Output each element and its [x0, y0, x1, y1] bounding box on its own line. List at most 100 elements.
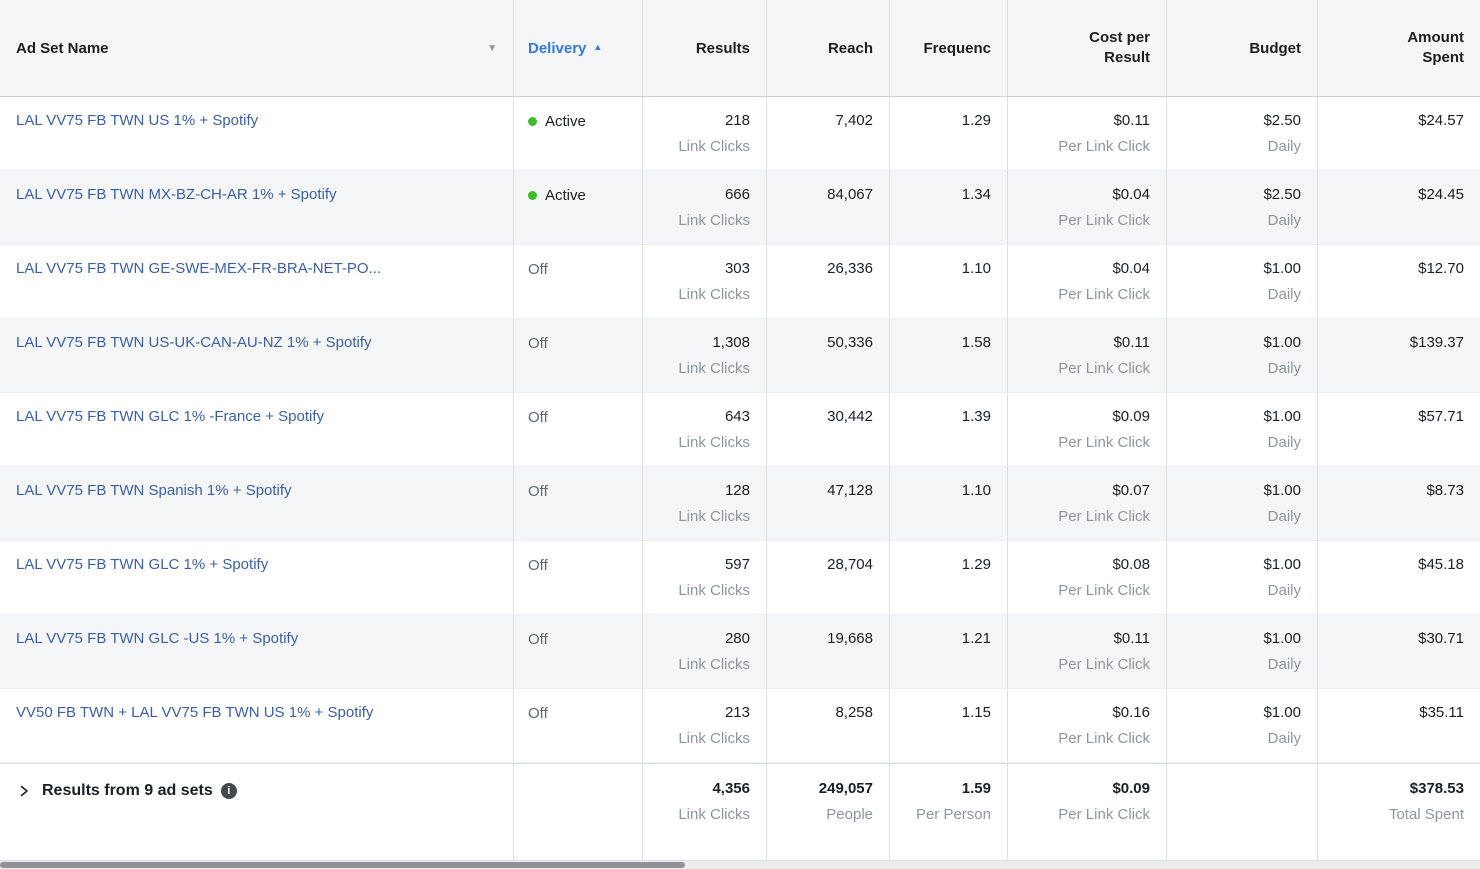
chevron-down-icon[interactable]: ▼ [487, 43, 497, 54]
ad-set-name-link[interactable]: LAL VV75 FB TWN US 1% + Spotify [16, 108, 497, 134]
results-value: 666 [724, 186, 750, 203]
frequency-cell: 1.10 [890, 245, 1008, 318]
reach-cell: 26,336 [767, 245, 890, 318]
results-value: 280 [724, 630, 750, 647]
amount-spent-cell: $12.70 [1318, 245, 1480, 318]
table-row: LAL VV75 FB TWN US 1% + Spotify Active 2… [0, 97, 1480, 171]
column-header-frequency[interactable]: Frequenc [890, 0, 1008, 96]
amount-spent-cell: $45.18 [1318, 541, 1480, 614]
ad-set-name-cell: LAL VV75 FB TWN GE-SWE-MEX-FR-BRA-NET-PO… [0, 245, 514, 318]
cost-value: $0.11 [1113, 112, 1150, 129]
results-value: 303 [724, 260, 750, 277]
delivery-cell: Off [514, 467, 643, 540]
budget-value: $1.00 [1263, 408, 1301, 425]
reach-value: 26,336 [827, 260, 873, 277]
cost-label: Per Link Click [1058, 360, 1150, 377]
cost-per-result-cell: $0.09 Per Link Click [1008, 393, 1167, 466]
budget-cell: $1.00 Daily [1167, 615, 1318, 688]
frequency-value: 1.21 [961, 630, 991, 647]
cost-label: Per Link Click [1058, 212, 1150, 229]
frequency-cell: 1.29 [890, 97, 1008, 170]
results-label: Link Clicks [678, 508, 750, 525]
summary-amount-cell: $378.53 Total Spent [1318, 764, 1480, 860]
amount-spent-cell: $24.45 [1318, 171, 1480, 244]
table-row: LAL VV75 FB TWN GLC -US 1% + Spotify Off… [0, 615, 1480, 689]
summary-amount-value: $378.53 [1409, 780, 1464, 797]
cost-value: $0.11 [1113, 630, 1150, 647]
frequency-value: 1.29 [961, 112, 991, 129]
budget-value: $1.00 [1263, 482, 1301, 499]
results-value: 1,308 [712, 334, 750, 351]
budget-cell: $1.00 Daily [1167, 319, 1318, 392]
horizontal-scrollbar-track[interactable] [0, 861, 1480, 869]
budget-label: Daily [1267, 730, 1301, 747]
frequency-value: 1.10 [961, 260, 991, 277]
summary-title-cell[interactable]: Results from 9 ad sets i [0, 764, 514, 860]
summary-amount-label: Total Spent [1388, 806, 1464, 823]
summary-results-value: 4,356 [712, 780, 750, 797]
summary-delivery-cell [514, 764, 643, 860]
budget-value: $1.00 [1263, 704, 1301, 721]
amount-spent-cell: $35.11 [1318, 689, 1480, 762]
budget-cell: $1.00 Daily [1167, 689, 1318, 762]
delivery-cell: Active [514, 171, 643, 244]
cost-value: $0.16 [1112, 704, 1150, 721]
results-label: Link Clicks [678, 138, 750, 155]
delivery-cell: Active [514, 97, 643, 170]
column-header-budget[interactable]: Budget [1167, 0, 1318, 96]
ad-set-name-link[interactable]: LAL VV75 FB TWN GLC -US 1% + Spotify [16, 626, 497, 652]
frequency-value: 1.34 [961, 186, 991, 203]
cost-value: $0.08 [1112, 556, 1150, 573]
cost-value: $0.09 [1112, 408, 1150, 425]
column-header-delivery[interactable]: Delivery ▲ [514, 0, 643, 96]
column-header-reach[interactable]: Reach [767, 0, 890, 96]
amount-value: $35.11 [1419, 704, 1464, 721]
column-header-amount-spent[interactable]: Amount Spent [1318, 0, 1480, 96]
frequency-value: 1.58 [961, 334, 991, 351]
reach-cell: 84,067 [767, 171, 890, 244]
reach-value: 7,402 [835, 112, 873, 129]
delivery-status: Active [545, 112, 586, 130]
ad-set-name-link[interactable]: LAL VV75 FB TWN US-UK-CAN-AU-NZ 1% + Spo… [16, 330, 497, 356]
reach-value: 8,258 [835, 704, 873, 721]
results-value: 218 [724, 112, 750, 129]
sort-ascending-icon: ▲ [593, 42, 603, 52]
results-value: 213 [724, 704, 750, 721]
budget-value: $1.00 [1263, 260, 1301, 277]
ad-set-name-link[interactable]: LAL VV75 FB TWN GLC 1% + Spotify [16, 552, 497, 578]
summary-reach-cell: 249,057 People [767, 764, 890, 860]
results-label: Link Clicks [678, 286, 750, 303]
column-header-cost-per-result[interactable]: Cost per Result [1008, 0, 1167, 96]
amount-value: $57.71 [1418, 408, 1464, 425]
results-label: Link Clicks [678, 360, 750, 377]
horizontal-scrollbar-thumb[interactable] [0, 862, 685, 868]
cost-per-result-cell: $0.07 Per Link Click [1008, 467, 1167, 540]
chevron-right-icon[interactable] [18, 785, 30, 797]
ad-set-name-cell: LAL VV75 FB TWN GLC -US 1% + Spotify [0, 615, 514, 688]
ad-set-name-link[interactable]: VV50 FB TWN + LAL VV75 FB TWN US 1% + Sp… [16, 700, 497, 726]
summary-frequency-cell: 1.59 Per Person [890, 764, 1008, 860]
column-header-results[interactable]: Results [643, 0, 767, 96]
amount-spent-cell: $8.73 [1318, 467, 1480, 540]
cost-per-result-cell: $0.11 Per Link Click [1008, 615, 1167, 688]
ad-set-name-link[interactable]: LAL VV75 FB TWN Spanish 1% + Spotify [16, 478, 497, 504]
amount-value: $24.45 [1418, 186, 1464, 203]
cost-per-result-cell: $0.11 Per Link Click [1008, 319, 1167, 392]
cost-value: $0.11 [1113, 334, 1150, 351]
frequency-cell: 1.39 [890, 393, 1008, 466]
reach-cell: 50,336 [767, 319, 890, 392]
column-header-label: Budget [1249, 39, 1301, 57]
delivery-status: Off [528, 260, 548, 278]
column-header-ad-set-name[interactable]: Ad Set Name ▼ [0, 0, 514, 96]
reach-cell: 7,402 [767, 97, 890, 170]
reach-value: 28,704 [827, 556, 873, 573]
ad-set-name-link[interactable]: LAL VV75 FB TWN GE-SWE-MEX-FR-BRA-NET-PO… [16, 256, 497, 282]
reach-cell: 28,704 [767, 541, 890, 614]
column-header-label: Ad Set Name [16, 39, 109, 57]
frequency-cell: 1.10 [890, 467, 1008, 540]
results-cell: 597 Link Clicks [643, 541, 767, 614]
info-icon[interactable]: i [220, 783, 237, 799]
ad-set-name-link[interactable]: LAL VV75 FB TWN MX-BZ-CH-AR 1% + Spotify [16, 182, 497, 208]
budget-cell: $2.50 Daily [1167, 97, 1318, 170]
ad-set-name-link[interactable]: LAL VV75 FB TWN GLC 1% -France + Spotify [16, 404, 497, 430]
